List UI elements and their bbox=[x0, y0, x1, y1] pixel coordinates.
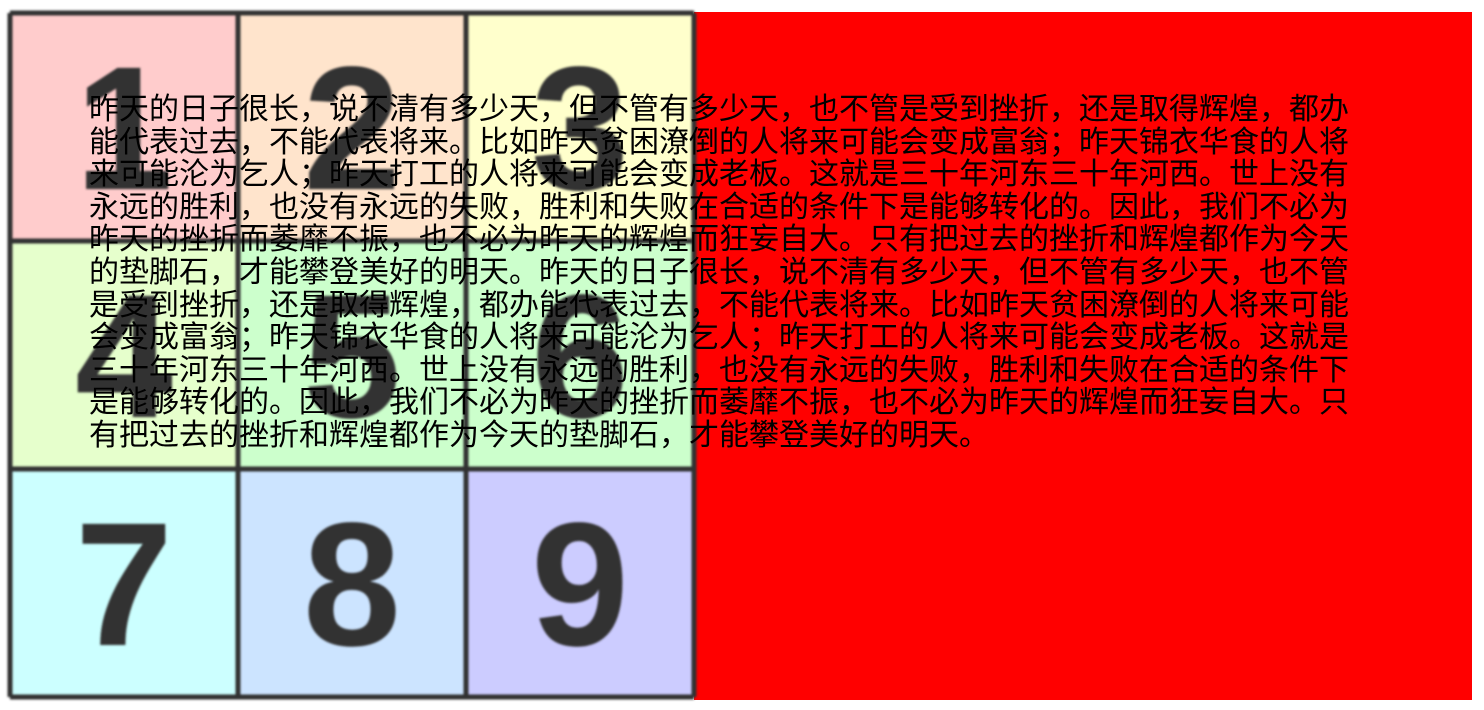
body-paragraph: 昨天的日子很长，说不清有多少天，但不管有多少天，也不管是受到挫折，还是取得辉煌，… bbox=[89, 92, 1349, 453]
grid-number-8: 8 bbox=[303, 487, 401, 683]
grid-number-9: 9 bbox=[531, 487, 629, 683]
grid-number-7: 7 bbox=[75, 487, 173, 683]
